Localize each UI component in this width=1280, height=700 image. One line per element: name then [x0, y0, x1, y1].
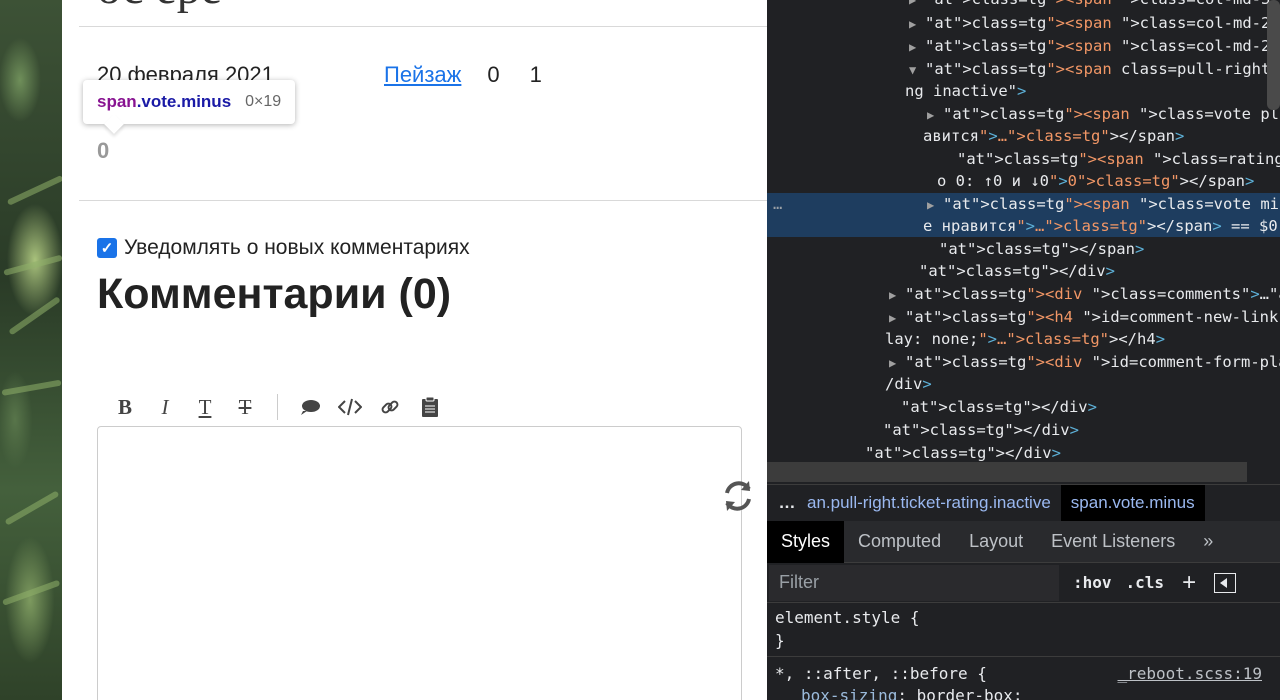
rule-divider: [767, 656, 1280, 657]
dom-node-line[interactable]: …▶"at">class=tg"><span ">class=vote minu…: [767, 193, 1280, 215]
new-rule-button[interactable]: +: [1182, 569, 1196, 597]
toolbar-separator: [277, 394, 278, 420]
dom-node-line[interactable]: е нравится">…">class=tg"></span> == $0: [767, 215, 1280, 237]
cls-toggle[interactable]: .cls: [1126, 573, 1165, 592]
link-icon: [381, 400, 399, 414]
element-style-open[interactable]: element.style {: [775, 608, 920, 627]
tooltip-class: .vote.minus: [136, 92, 232, 111]
tab-styles[interactable]: Styles: [767, 520, 845, 563]
styles-tabs: Styles Computed Layout Event Listeners »: [767, 520, 1280, 563]
dom-tree-hscrollbar[interactable]: [767, 462, 1247, 482]
paste-button[interactable]: [410, 396, 450, 418]
dom-node-line[interactable]: ▶ "at">class=tg"><h4 ">id=comment-new-lin…: [767, 306, 1280, 328]
dom-node-line[interactable]: ▶"at">class=tg"><span ">class=col-md-2">…: [767, 12, 1280, 34]
page-title: ос ере: [97, 0, 222, 15]
dom-node-line[interactable]: "at">class=tg"></div>: [767, 442, 1280, 462]
quote-button[interactable]: [290, 398, 330, 416]
toggle-sidebar-icon[interactable]: [1214, 572, 1237, 593]
comment-textarea[interactable]: [97, 426, 742, 700]
tab-computed[interactable]: Computed: [844, 521, 955, 563]
dom-node-line[interactable]: "at">class=tg"></span>: [767, 238, 1280, 260]
breadcrumb-more[interactable]: …: [767, 493, 807, 513]
comments-count: 1: [529, 62, 542, 87]
breadcrumb: … an.pull-right.ticket-rating.inactive s…: [767, 484, 1280, 521]
divider: [79, 200, 767, 201]
dom-node-line[interactable]: /div>: [767, 373, 1280, 395]
strikethrough-button[interactable]: T: [225, 395, 265, 420]
article-page: ос ере 20 февраля 2021 Пейзаж 0 1 span.v…: [62, 0, 767, 700]
element-style-close: }: [775, 631, 785, 650]
tab-event-listeners[interactable]: Event Listeners: [1037, 521, 1189, 563]
comments-heading: Комментарии (0): [97, 270, 452, 318]
breadcrumb-current[interactable]: span.vote.minus: [1060, 484, 1205, 521]
comment-icon: [301, 400, 320, 415]
bold-button[interactable]: B: [105, 395, 145, 420]
rule-source-link[interactable]: _reboot.scss:19: [1118, 664, 1263, 683]
notify-label: Уведомлять о новых комментариях: [124, 236, 470, 259]
italic-button[interactable]: I: [145, 395, 185, 420]
dom-tree-scrollbar[interactable]: [1267, 0, 1280, 110]
rule-value: border-box;: [916, 686, 1023, 700]
tabs-overflow-button[interactable]: »: [1189, 521, 1227, 563]
dom-node-line[interactable]: "at">class=tg"></div>: [767, 260, 1280, 282]
rule-selector[interactable]: *, ::after, ::before {: [775, 664, 987, 683]
divider: [79, 26, 767, 27]
underline-button[interactable]: T: [185, 395, 225, 420]
styles-filter-input[interactable]: Filter: [769, 564, 1059, 601]
dom-node-line[interactable]: "at">class=tg"></div>: [767, 419, 1280, 441]
notify-checkbox[interactable]: ✓: [97, 238, 117, 258]
styles-pane: element.style { } *, ::after, ::before {…: [767, 604, 1280, 700]
background-foliage: [0, 0, 64, 700]
dom-node-line[interactable]: ▼"at">class=tg"><span class=pull-right t…: [767, 58, 1280, 80]
dom-node-line[interactable]: ▶"at">class=tg"><span ">class=col-md-3">…: [767, 0, 1280, 10]
styles-filter-row: Filter :hov .cls +: [767, 563, 1280, 603]
breadcrumb-parent[interactable]: an.pull-right.ticket-rating.inactive: [807, 493, 1061, 513]
dom-node-line[interactable]: "at">class=tg"><span ">class=rating" "at…: [767, 148, 1280, 170]
editor-toolbar: B I T T: [105, 390, 450, 424]
dom-node-line[interactable]: ▶ "at">class=tg"><div ">class=comments">……: [767, 283, 1280, 305]
inspect-tooltip: span .vote.minus 0×19: [83, 80, 296, 124]
notify-checkbox-row[interactable]: ✓ Уведомлять о новых комментариях: [97, 236, 470, 260]
refresh-icon[interactable]: [717, 475, 759, 517]
tooltip-size: 0×19: [245, 93, 282, 110]
rule-property: box-sizing: [801, 686, 898, 700]
dom-node-line[interactable]: "at">class=tg"></div>: [767, 396, 1280, 418]
dom-node-line[interactable]: о 0: ↑0 и ↓0">0">class=tg"></span>: [767, 170, 1280, 192]
category-link[interactable]: Пейзаж: [384, 62, 461, 88]
hov-toggle[interactable]: :hov: [1073, 573, 1112, 592]
rating-value: 0: [97, 138, 110, 163]
tooltip-tag: span: [97, 92, 137, 111]
dom-node-line[interactable]: ▶ "at">class=tg"><div ">id=comment-form-p…: [767, 351, 1280, 373]
code-button[interactable]: [330, 398, 370, 416]
dom-node-line[interactable]: авится">…">class=tg"></span>: [767, 125, 1280, 147]
tab-layout[interactable]: Layout: [955, 521, 1037, 563]
views-count: 0: [487, 62, 500, 87]
dom-node-line[interactable]: ▶"at">class=tg"><span ">class=vote plus"…: [767, 103, 1280, 125]
rule-declaration[interactable]: box-sizing: border-box;: [801, 686, 1023, 700]
devtools-panel: ▶"at">class=tg"><span ">class=col-md-3">…: [767, 0, 1280, 700]
dom-node-line[interactable]: lay: none;">…">class=tg"></h4>: [767, 328, 1280, 350]
dom-node-line[interactable]: ng inactive">: [767, 80, 1280, 102]
clipboard-icon: [422, 396, 438, 417]
dom-node-line[interactable]: ▶"at">class=tg"><span ">class=col-md-2">…: [767, 35, 1280, 57]
dom-tree[interactable]: ▶"at">class=tg"><span ">class=col-md-3">…: [767, 0, 1280, 462]
link-button[interactable]: [370, 397, 410, 417]
code-icon: [338, 398, 362, 416]
